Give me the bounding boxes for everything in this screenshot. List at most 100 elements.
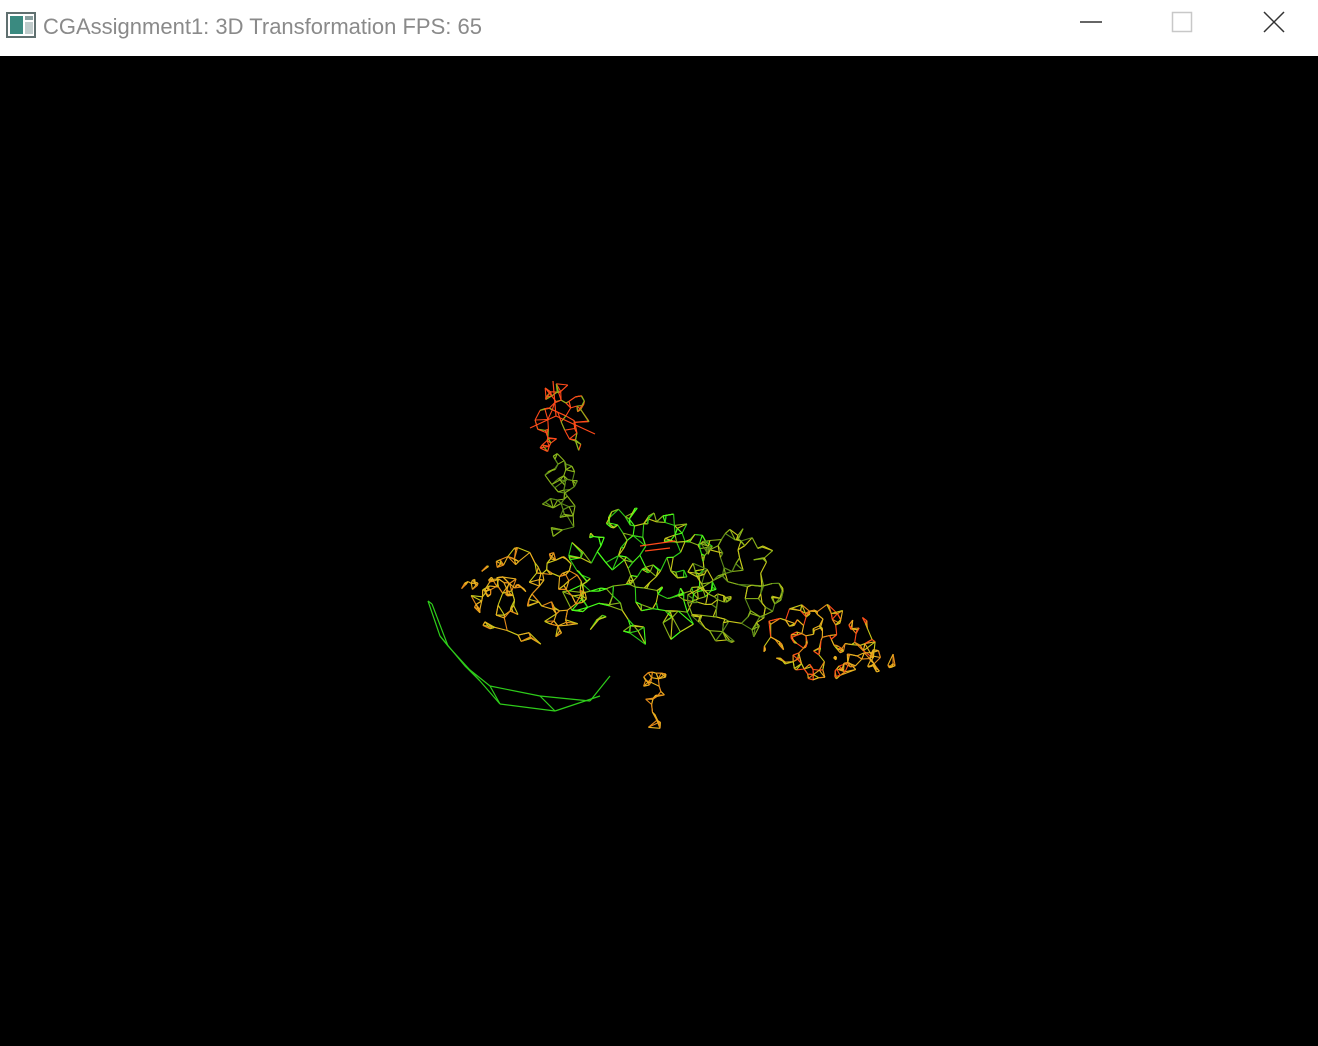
mesh-edge (813, 674, 820, 679)
mesh-edge (667, 595, 679, 600)
mesh-edge (691, 586, 699, 588)
mesh-edge (497, 604, 505, 616)
mesh-edge (565, 478, 568, 482)
mesh-edge (676, 528, 683, 534)
tail-edge (539, 695, 556, 712)
mesh-edge (627, 568, 632, 576)
mesh-part-right-hand (763, 604, 876, 681)
mesh-edge (652, 608, 658, 610)
mesh-edge (612, 595, 621, 604)
mesh-edge (798, 647, 804, 654)
mesh-edge (649, 571, 657, 578)
minimize-button[interactable] (1045, 0, 1137, 48)
render-viewport[interactable] (0, 56, 1318, 1046)
mesh-edge (680, 623, 694, 633)
mesh-edge (560, 421, 566, 431)
mesh-edge (496, 559, 501, 563)
mesh-edge (542, 569, 548, 574)
mesh-edge (763, 550, 774, 559)
mesh-edge (505, 593, 511, 595)
mesh-edge (760, 573, 763, 587)
mesh-edge (866, 620, 868, 629)
mesh-edge (834, 656, 837, 660)
mesh-edge (571, 609, 583, 613)
mesh-edge (820, 637, 823, 641)
mesh-edge (547, 419, 549, 430)
mesh-edge (707, 593, 715, 598)
mesh-edge (649, 576, 657, 583)
mesh-edge (590, 551, 598, 564)
mesh-edge (741, 622, 753, 631)
mesh-edge (763, 636, 772, 647)
mesh-edge (731, 563, 737, 572)
mesh-edge (555, 556, 563, 561)
mesh-edge (559, 609, 568, 612)
mesh-edge (539, 579, 544, 581)
mesh-edge (871, 639, 876, 643)
mesh-edge (550, 601, 554, 610)
mesh-edge (648, 726, 661, 729)
mesh-edge (856, 655, 863, 660)
mesh-edge (803, 616, 807, 626)
mesh-edge (826, 604, 829, 606)
mesh-edge (565, 407, 572, 417)
mesh-edge (609, 602, 621, 606)
mesh-edge (518, 552, 531, 562)
mesh-edge (503, 617, 508, 631)
tail-edge (539, 695, 591, 702)
mesh-edge (687, 563, 694, 573)
tail-edge (489, 685, 541, 697)
mesh-edge (673, 525, 676, 535)
crest-edge (644, 547, 671, 552)
mesh-edge (574, 421, 589, 423)
mesh-edge (630, 625, 645, 628)
mesh-edge (581, 395, 585, 402)
mesh-edge (697, 589, 704, 592)
mesh-edge (529, 581, 540, 587)
mesh-edge (715, 616, 726, 620)
tail-edge (427, 600, 441, 637)
mesh-edge (554, 458, 559, 465)
mesh-edge (715, 631, 724, 642)
mesh-edge (744, 586, 749, 599)
mesh-edge (568, 563, 572, 571)
mesh-edge (506, 629, 519, 636)
mesh-edge (629, 630, 639, 634)
title-bar[interactable]: CGAssignment1: 3D Transformation FPS: 65 (0, 0, 1318, 56)
mesh-edge (833, 644, 838, 647)
mesh-edge (542, 573, 545, 581)
mesh-edge (544, 407, 550, 410)
mesh-edge (872, 655, 881, 659)
mesh-edge (605, 562, 613, 571)
mesh-edge (822, 634, 830, 638)
mesh-edge (481, 596, 484, 602)
mesh-edge (550, 438, 557, 444)
mesh-edge (867, 660, 871, 667)
mesh-edge (541, 440, 548, 446)
mesh-edge (537, 566, 542, 574)
app-window: CGAssignment1: 3D Transformation FPS: 65 (0, 0, 1318, 1046)
mesh-edge (741, 616, 749, 624)
mesh-edge (600, 587, 607, 590)
mesh-edge (571, 471, 576, 481)
mesh-edge (770, 636, 780, 643)
mesh-edge (580, 409, 590, 423)
mesh-edge (711, 603, 717, 609)
mesh-edge (793, 619, 798, 626)
mesh-edge (704, 627, 710, 632)
mesh-edge (861, 658, 870, 660)
close-button[interactable] (1228, 0, 1318, 48)
mesh-edge (656, 521, 666, 524)
mesh-edge (680, 541, 686, 553)
app-icon (6, 12, 36, 38)
mesh-edge (699, 548, 703, 555)
maximize-icon (1170, 10, 1194, 39)
mesh-edge (503, 582, 510, 584)
mesh-edge (566, 495, 576, 507)
mesh-edge (785, 608, 790, 621)
maximize-button[interactable] (1136, 0, 1228, 48)
tail-edge (464, 665, 481, 682)
mesh-edge (698, 601, 706, 606)
mesh-edge (564, 429, 570, 440)
mesh-edge (557, 624, 568, 627)
